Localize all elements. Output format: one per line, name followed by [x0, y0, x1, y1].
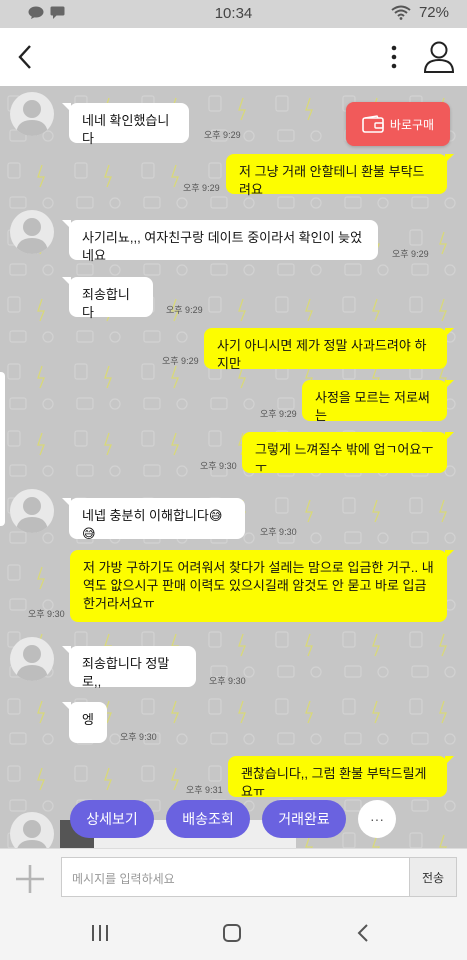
complete-trade-button[interactable]: 거래완료 — [262, 800, 346, 838]
message-time: 오후 9:30 — [200, 461, 237, 471]
wifi-icon — [391, 5, 411, 20]
chat-area[interactable]: 네네 확인했습니다 오후 9:29 저 그냥 거래 안할테니 환불 부탁드려요 … — [0, 86, 467, 848]
message-bubble-outgoing: 괜찮습니다,, 그럼 환불 부탁드릴게요ㅠ — [228, 756, 454, 799]
recent-apps-icon[interactable] — [90, 923, 110, 943]
message-bubble-incoming: 죄송합니다 정말로,, — [62, 646, 196, 689]
message-input-bar: 메시지를 입력하세요 전송 — [0, 848, 467, 907]
buy-now-button[interactable]: 바로구매 — [346, 102, 450, 146]
message-bubble-outgoing: 사기 아니시면 제가 정말 사과드려야 하지만 — [204, 328, 454, 371]
system-nav-bar — [0, 906, 467, 960]
message-time: 오후 9:29 — [166, 305, 203, 315]
wallet-icon — [362, 115, 384, 133]
more-actions-button[interactable]: ··· — [358, 800, 396, 838]
track-delivery-button[interactable]: 배송조회 — [166, 800, 250, 838]
seller-avatar[interactable] — [10, 489, 54, 533]
profile-icon[interactable] — [421, 40, 457, 74]
plus-icon[interactable] — [14, 863, 46, 895]
message-bubble-incoming: 엥 — [62, 702, 107, 743]
message-time: 오후 9:29 — [183, 183, 220, 193]
buy-now-label: 바로구매 — [389, 117, 435, 132]
message-time: 오후 9:29 — [204, 130, 241, 140]
message-time: 오후 9:29 — [162, 356, 199, 366]
message-bubble-outgoing: 그렇게 느껴질수 밖에 업ㄱ어요ㅜㅜ — [242, 432, 454, 475]
message-time: 오후 9:31 — [186, 785, 223, 795]
message-time: 오후 9:29 — [260, 409, 297, 419]
more-vert-icon[interactable] — [384, 42, 404, 72]
seller-avatar[interactable] — [10, 210, 54, 254]
message-input[interactable]: 메시지를 입력하세요 — [61, 857, 409, 897]
back-arrow-icon[interactable] — [14, 42, 38, 72]
message-time: 오후 9:30 — [120, 732, 157, 742]
seller-avatar[interactable] — [10, 637, 54, 681]
status-bar: 10:34 72% — [0, 0, 467, 28]
battery-level: 72% — [418, 4, 449, 21]
system-back-icon[interactable] — [354, 923, 374, 943]
message-time: 오후 9:29 — [392, 249, 429, 259]
message-time: 오후 9:30 — [28, 609, 65, 619]
message-bubble-incoming: 네넵 충분히 이해합니다😅😅 — [62, 498, 245, 541]
seller-avatar[interactable] — [10, 812, 54, 848]
message-bubble-incoming: 사기리뇨,,, 여자친구랑 데이트 중이라서 확인이 늦었네요 — [62, 220, 378, 263]
message-bubble-incoming: 죄송합니다 — [62, 277, 153, 320]
detail-view-button[interactable]: 상세보기 — [70, 800, 154, 838]
message-bubble-outgoing: 저 가방 구하기도 어려워서 찾다가 설레는 맘으로 입금한 거구.. 내역도 … — [70, 550, 454, 622]
message-bubble-incoming: 네네 확인했습니다 — [62, 103, 189, 146]
seller-avatar[interactable] — [10, 92, 54, 136]
message-time: 오후 9:30 — [209, 676, 246, 686]
message-time: 오후 9:30 — [260, 527, 297, 537]
message-bubble-outgoing: 사정을 모르는 저로써는 — [302, 380, 454, 423]
app-bar — [0, 28, 467, 87]
side-drawer-handle[interactable] — [0, 372, 5, 526]
message-bubble-outgoing: 저 그냥 거래 안할테니 환불 부탁드려요 — [226, 154, 454, 197]
home-icon[interactable] — [222, 923, 242, 943]
send-button[interactable]: 전송 — [409, 857, 457, 897]
